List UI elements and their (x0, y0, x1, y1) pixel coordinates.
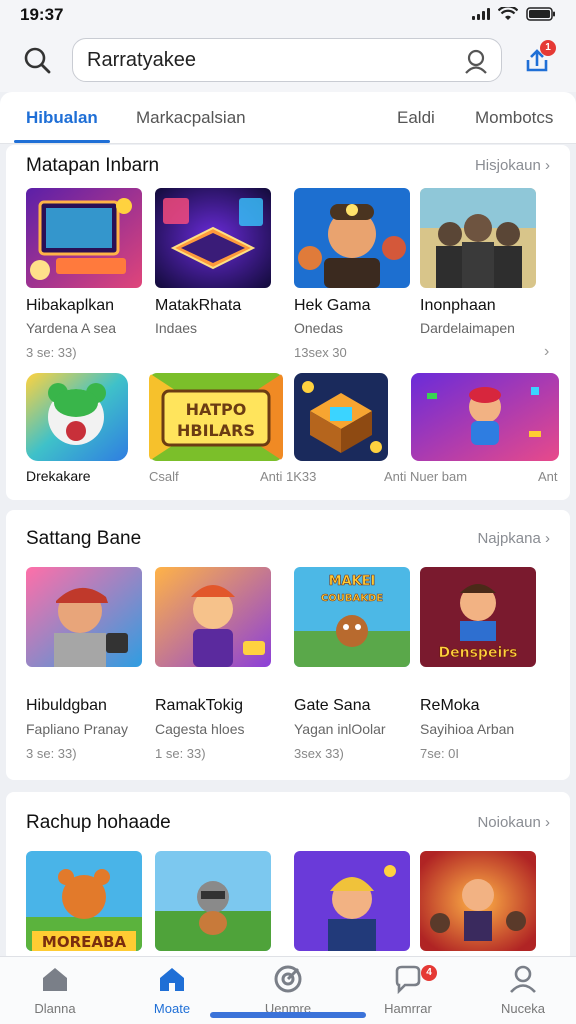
raccoon-field-art[interactable] (155, 851, 271, 951)
game-title[interactable]: Anti Nuer bam (384, 469, 467, 484)
retro-computer-art[interactable] (26, 188, 142, 288)
svg-text:COUBAKDE: COUBAKDE (321, 593, 383, 604)
svg-text:HBILARS: HBILARS (177, 421, 255, 440)
svg-text:MAKEI: MAKEI (329, 574, 376, 589)
game-title[interactable]: Ant (538, 469, 558, 484)
tab-ealdi[interactable]: Ealdi (397, 108, 435, 128)
target-icon (274, 965, 302, 993)
game-subtitle: Dardelaimapen (420, 320, 515, 336)
green-bear-art[interactable] (26, 373, 128, 461)
game-meta: 3sex 33) (294, 746, 344, 761)
nav-item-nuceka[interactable]: Nuceka (473, 963, 573, 1019)
search-bar: 1 (0, 30, 576, 92)
game-title[interactable]: Hibuldgban (26, 697, 107, 715)
section-card-1: Matapan Inbarn Hisjokaun › Hibakaplkan M… (6, 145, 570, 500)
nav-label: Nuceka (500, 1001, 546, 1016)
svg-text:MOREABA: MOREABA (42, 933, 127, 951)
makei-creature-art[interactable]: MAKEI COUBAKDE (294, 567, 410, 667)
game-subtitle: Onedas (294, 320, 344, 336)
status-icons (472, 7, 556, 21)
miner-hero-art[interactable] (294, 188, 410, 288)
tab-mombotcs[interactable]: Mombotcs (475, 108, 553, 128)
game-title[interactable]: ReMoka (420, 697, 480, 715)
section-title: Sattang Bane (26, 528, 142, 549)
game-meta: 3 se: 33) (26, 345, 77, 360)
game-meta: 3 se: 33) (26, 746, 77, 761)
treasure-box-art[interactable] (294, 373, 388, 461)
section-card-2: Sattang Bane Najpkana › MAKEI COUBAKDE De… (6, 510, 570, 780)
hbilars-banner-art[interactable]: HATPO HBILARS (149, 373, 283, 461)
game-title[interactable]: Hibakaplkan (26, 297, 114, 315)
game-title[interactable]: Hek Gama (294, 297, 370, 315)
profile-search-icon[interactable] (462, 47, 490, 75)
home-indicator (210, 1012, 366, 1018)
svg-text:Denspeirs: Denspeirs (439, 645, 518, 661)
flying-hero-art[interactable] (411, 373, 559, 461)
battery-icon (526, 7, 555, 21)
status-bar: 19:37 (0, 0, 576, 30)
game-meta: 1 se: 33) (155, 746, 206, 761)
game-subtitle: Yagan inlOolar (294, 721, 386, 737)
section-title: Matapan Inbarn (26, 155, 160, 176)
game-subtitle: Indaes (155, 320, 198, 336)
chat-icon (395, 965, 421, 995)
status-time: 19:37 (20, 5, 64, 24)
game-title[interactable]: Drekakare (26, 468, 91, 484)
tab-markacpalsian[interactable]: Markacpalsian (136, 108, 246, 128)
game-subtitle: Cagesta hloes (155, 721, 245, 737)
orange-bear-art[interactable]: MOREABA (26, 851, 142, 951)
denspeirs-hero-art[interactable]: Denspeirs (420, 567, 536, 667)
game-meta: 13sex 30 (294, 345, 347, 360)
game-meta: 7se: 0I (420, 746, 460, 761)
nav-label: Dlanna (34, 1001, 76, 1016)
game-subtitle: Sayihioa Arban (420, 721, 515, 737)
search-button[interactable] (20, 43, 54, 77)
game-title[interactable]: MatakRhata (155, 297, 241, 315)
game-title[interactable]: Gate Sana (294, 697, 371, 715)
nav-label: Moate (153, 1001, 191, 1016)
section-title: Rachup hohaade (26, 812, 171, 833)
tab-hibualan[interactable]: Hibualan (26, 108, 98, 128)
home-icon (43, 968, 67, 991)
nav-item-uenmre[interactable]: Uenmre (238, 963, 338, 1019)
chevron-right-icon[interactable]: › (544, 343, 549, 361)
game-title[interactable]: Csalf (149, 469, 179, 484)
game-subtitle: Fapliano Pranay (26, 721, 128, 737)
wifi-icon (498, 7, 518, 20)
active-tab-indicator (14, 140, 110, 143)
home-filled-icon (160, 968, 184, 991)
game-title[interactable]: Inonphaan (420, 297, 496, 315)
nav-label: Hamrrar (384, 1001, 432, 1016)
kid-cape-art[interactable] (155, 567, 271, 667)
see-more-link[interactable]: Noiokaun › (477, 814, 550, 831)
category-tabs: Hibualan Markacpalsian Ealdi Mombotcs (0, 92, 576, 144)
soldier-squad-art[interactable] (420, 188, 536, 288)
search-icon (24, 47, 51, 74)
chat-badge: 4 (421, 965, 437, 981)
profile-icon (510, 965, 536, 993)
see-more-link[interactable]: Hisjokaun › (475, 157, 550, 174)
signal-icon (472, 8, 490, 20)
nav-item-moate[interactable]: Moate (122, 963, 222, 1019)
notification-badge: 1 (540, 40, 556, 56)
nav-item-dlanna[interactable]: Dlanna (5, 963, 105, 1019)
game-title[interactable]: RamakTokig (155, 697, 243, 715)
upload-button[interactable]: 1 (520, 40, 556, 76)
game-subtitle: Yardena A sea (26, 320, 117, 336)
game-title[interactable]: Anti 1K33 (260, 469, 316, 484)
see-more-link[interactable]: Najpkana › (477, 530, 550, 547)
search-input[interactable] (72, 38, 502, 82)
helmet-guy-art[interactable] (294, 851, 410, 951)
action-fight-art[interactable] (420, 851, 536, 951)
section-card-3: Rachup hohaade Noiokaun › MOREABA (6, 792, 570, 962)
cap-guy-art[interactable] (26, 567, 142, 667)
glowing-tablet-art[interactable] (155, 188, 271, 288)
nav-item-hamrrar[interactable]: 4 Hamrrar (358, 963, 458, 1019)
svg-text:HATPO: HATPO (186, 400, 247, 419)
